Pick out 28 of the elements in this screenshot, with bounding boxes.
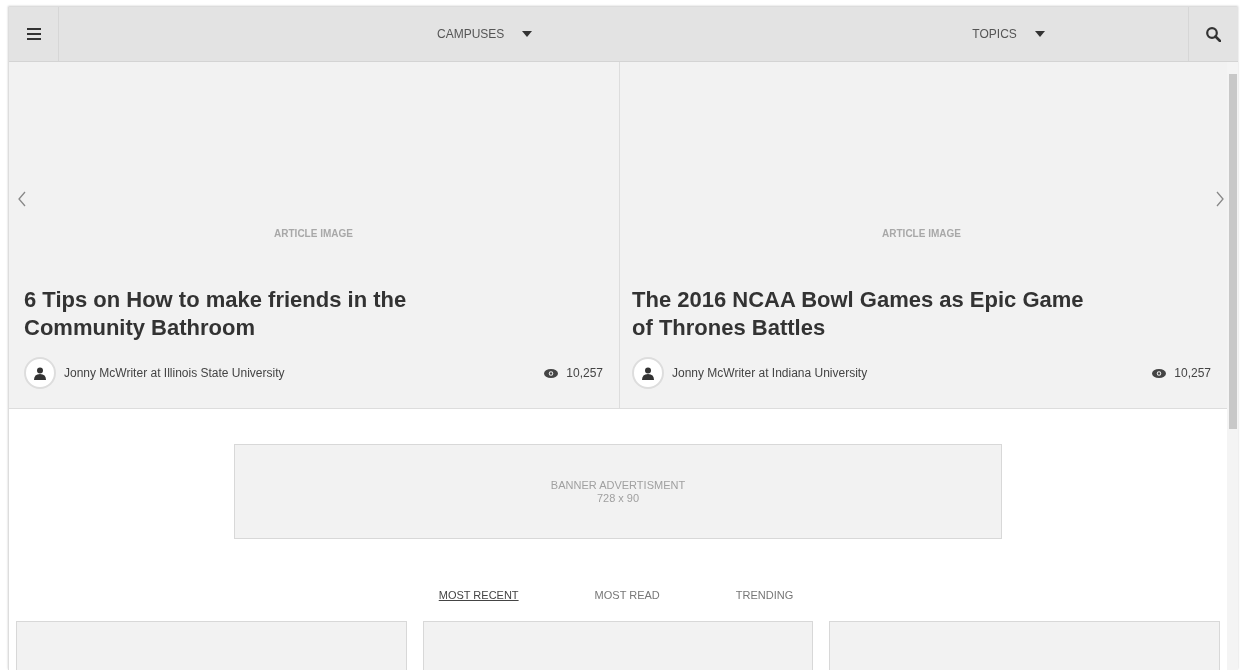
nav-dropdown[interactable]: TOPICS <box>968 7 1049 61</box>
feed-tab[interactable]: TRENDING <box>735 589 794 601</box>
article-title: The 2016 NCAA Bowl Games as Epic Game of Thrones Battles <box>632 286 1085 342</box>
author-text: Jonny McWriter at Indiana University <box>672 366 869 380</box>
article-title: 6 Tips on How to make friends in the Community Bathroom <box>24 286 408 342</box>
article-slide[interactable]: ARTICLE IMAGE The 2016 NCAA Bowl Games as Epic Game of Thrones Battles Jonny McWriter at Indiana University 10,257 <box>619 62 1227 408</box>
eye-icon <box>1152 368 1167 378</box>
person-icon <box>642 366 654 380</box>
eye-icon <box>544 368 559 378</box>
nav-dropdown[interactable]: CAMPUSES <box>433 7 537 61</box>
caret-icon <box>1034 31 1045 37</box>
menu-icon <box>26 28 41 40</box>
feed-tab[interactable]: MOST RECENT <box>438 589 519 601</box>
person-icon <box>34 366 46 380</box>
search-icon <box>1206 26 1221 42</box>
article-slide[interactable]: ARTICLE IMAGE 6 Tips on How to make friends in the Community Bathroom Jonny McWriter at Illinois State University 10,257 <box>9 62 619 408</box>
image-placeholder-label: ARTICLE IMAGE <box>881 228 962 239</box>
banner-text: 728 x 90 <box>596 491 640 505</box>
banner-text: BANNER ADVERTISMENT <box>550 478 686 492</box>
chevron-right-icon[interactable] <box>1215 190 1225 208</box>
scrollbar[interactable] <box>1227 62 1238 670</box>
image-placeholder-label: ARTICLE IMAGE <box>273 228 354 239</box>
caret-icon <box>522 31 533 37</box>
view-count: 10,257 <box>1174 366 1211 380</box>
feed-tab[interactable]: MOST READ <box>594 589 660 601</box>
view-count: 10,257 <box>566 366 603 380</box>
chevron-left-icon[interactable] <box>17 190 27 208</box>
author-text: Jonny McWriter at Illinois State University <box>64 366 286 380</box>
